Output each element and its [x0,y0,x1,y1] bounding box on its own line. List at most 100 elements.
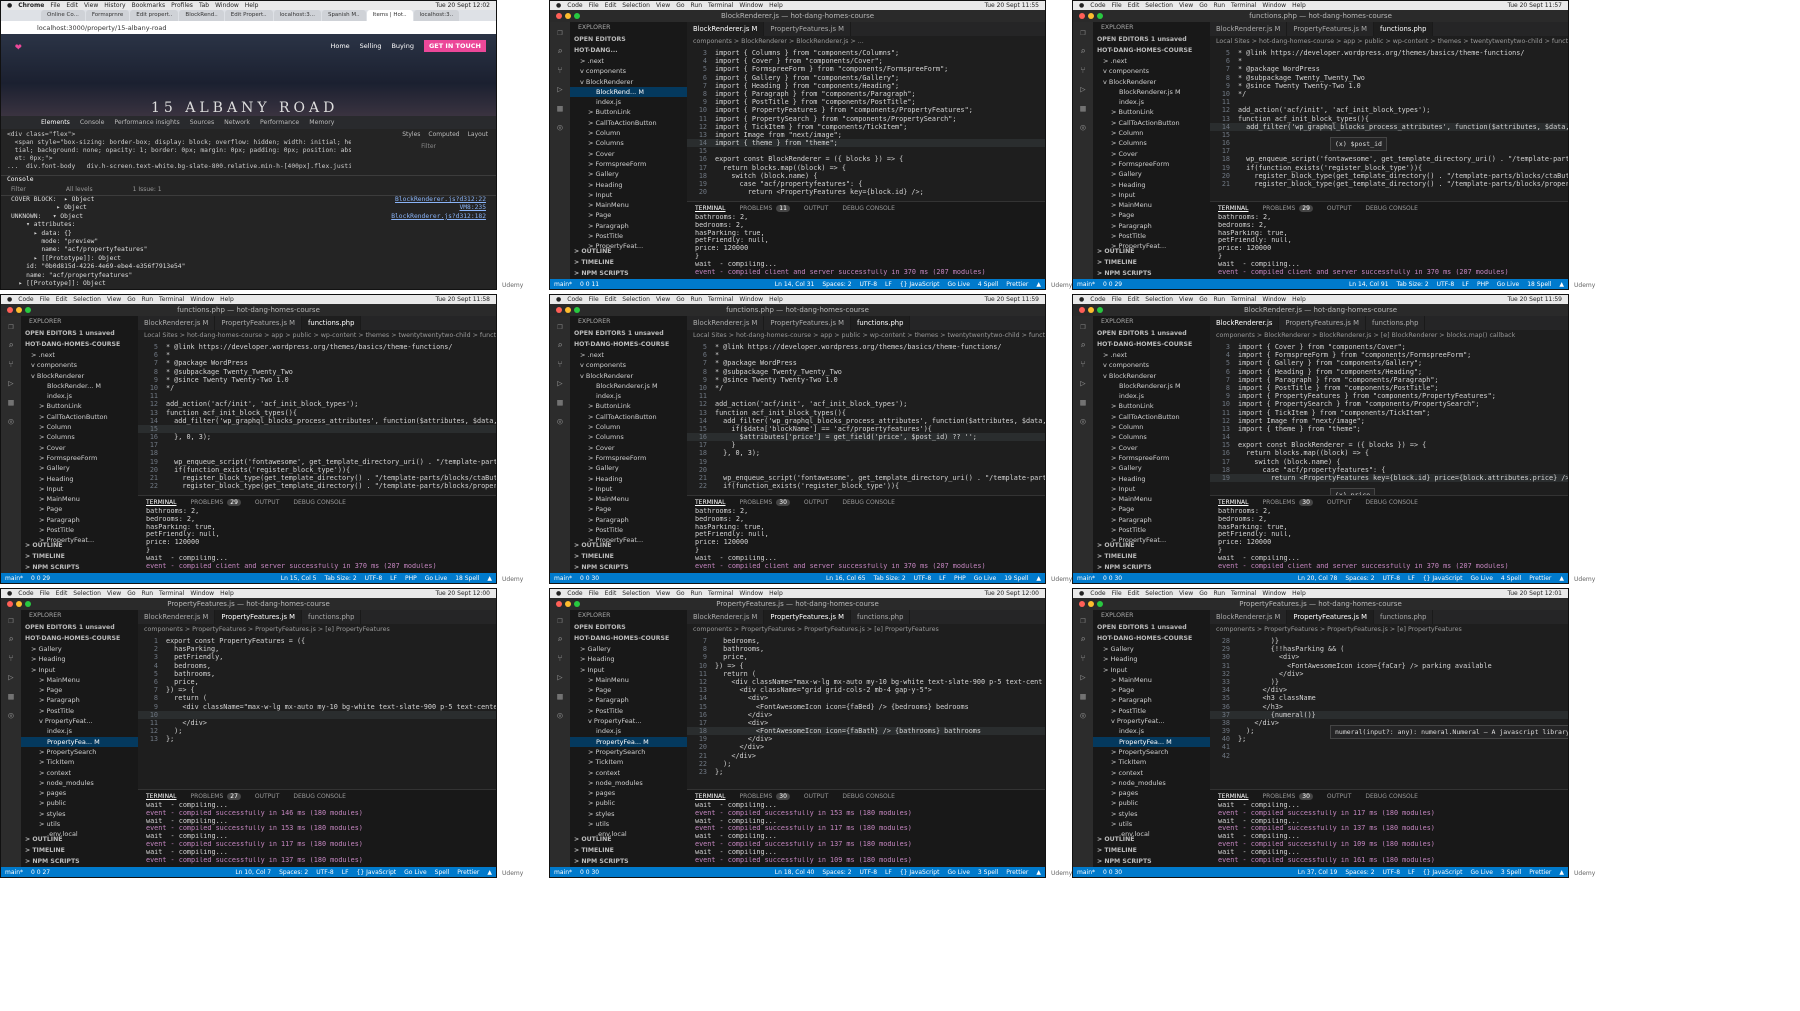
devtools-tab[interactable]: Memory [309,119,334,126]
code-line[interactable]: 15 [1210,131,1568,139]
explorer-item[interactable]: > CallToActionButton [570,412,687,422]
code-line[interactable]: 8 import { PostTitle } from "components/P… [1210,384,1568,392]
panel-tab[interactable]: TERMINAL [695,499,726,506]
explorer-item[interactable]: > Gallery [1093,644,1210,654]
browser-tab[interactable]: localhost:3.. [413,10,460,21]
search-icon[interactable]: ⌕ [1080,341,1085,351]
code-line[interactable]: 23}; [687,768,1045,776]
code-line[interactable]: 5 bathrooms, [138,670,496,678]
explorer-item[interactable]: > Input [21,665,138,675]
code-line[interactable]: 34 </div> [1210,686,1568,694]
menu-item[interactable]: File [40,590,50,597]
status-item[interactable]: Tab Size: 2 [874,575,906,582]
status-item[interactable]: LF [939,575,946,582]
close-window-icon[interactable] [1079,601,1085,607]
code-line[interactable]: 15 if($data['blockName'] == 'acf/propert… [687,425,1045,433]
status-item[interactable]: 18 Spell [1527,281,1551,288]
status-item[interactable]: 3 Spell [978,869,998,876]
status-item[interactable]: Ln 18, Col 40 [775,869,815,876]
code-line[interactable]: 21 register_block_type(get_template_dire… [1210,180,1568,188]
panel-tab[interactable]: OUTPUT [1327,793,1351,800]
zoom-window-icon[interactable] [574,307,580,313]
zoom-window-icon[interactable] [25,601,31,607]
sidebar-collapsed-section[interactable]: > TIMELINE [1093,551,1210,562]
explorer-item[interactable]: > styles [21,809,138,819]
devtools-tab[interactable]: Elements [41,119,70,126]
code-line[interactable]: 9 price, [687,653,1045,661]
devtools-tab[interactable]: Console [80,119,105,126]
menu-item[interactable]: Tab [199,2,209,9]
minimize-window-icon[interactable] [16,307,22,313]
run-debug-icon[interactable]: ▷ [557,673,562,683]
sidebar-collapsed-section[interactable]: > TIMELINE [570,845,687,856]
menu-item[interactable]: Bookmarks [132,2,166,9]
explorer-section[interactable]: HOT-DANG-HOMES-COURSE [1093,45,1210,56]
explorer-item[interactable]: > Columns [1093,138,1210,148]
status-item[interactable]: 4 Spell [1501,575,1521,582]
explorer-item[interactable]: > Input [570,484,687,494]
menu-item[interactable]: Window [739,590,763,597]
explorer-item[interactable]: index.js [570,391,687,401]
editor-tab[interactable]: functions.php [851,610,911,624]
explorer-item[interactable]: > MainMenu [21,494,138,504]
code-line[interactable]: 20 if(function_exists('register_block_ty… [138,466,496,474]
explorer-item[interactable]: BlockRenderer.js M [1093,381,1210,391]
menu-item[interactable]: Go [676,590,684,597]
explorer-item[interactable]: > ButtonLink [570,401,687,411]
sidebar-collapsed-section[interactable]: > TIMELINE [570,551,687,562]
explorer-item[interactable]: > Cover [21,443,138,453]
breadcrumb[interactable]: components > PropertyFeatures > Property… [138,624,496,635]
dom-node-line[interactable]: <span style="box-sizing: border-box; dis… [1,139,351,147]
menu-item[interactable]: Go [127,296,135,303]
editor-tab[interactable]: BlockRenderer.js [1210,316,1280,330]
console-source-link[interactable]: BlockRenderer.js?d312:22 [395,196,486,204]
editor-tab[interactable]: BlockRenderer.js M [138,316,216,330]
sidebar-collapsed-section[interactable]: > TIMELINE [21,845,138,856]
menu-item[interactable]: Help [1292,590,1306,597]
breadcrumb[interactable]: components > BlockRenderer > BlockRender… [1210,330,1568,341]
menu-item[interactable]: Go [1199,590,1207,597]
status-item[interactable]: Ln 14, Col 31 [775,281,815,288]
code-line[interactable]: 21 wp_enqueue_script('fontawesome', get_… [687,474,1045,482]
extensions-icon[interactable]: ▦ [557,398,562,408]
status-item[interactable]: Prettier [457,869,479,876]
code-editor[interactable]: 3 import { Columns } from "components/Col… [687,47,1045,196]
status-item[interactable]: 4 Spell [978,281,998,288]
code-editor[interactable]: 28 )} 29 {!!hasParking && (30 <div> 31 <Fo… [1210,635,1568,760]
source-control-icon[interactable]: ⑂ [1080,654,1085,664]
code-line[interactable]: 1 export const PropertyFeatures = ({ [138,637,496,645]
explorer-item[interactable]: > PostTitle [570,231,687,241]
search-icon[interactable]: ⌕ [8,635,13,645]
explorer-item[interactable]: > Heading [570,654,687,664]
console-log-line[interactable]: ▸ data: {} [1,230,496,238]
code-line[interactable]: 11 </div> [138,719,496,727]
minimize-window-icon[interactable] [1088,307,1094,313]
menu-item[interactable]: File [589,2,599,9]
code-line[interactable]: 13}; [138,735,496,743]
menu-item[interactable]: Help [769,2,783,9]
editor-tab[interactable]: functions.php [851,316,911,330]
status-item[interactable]: main* [1077,575,1095,582]
status-item[interactable]: 3 Spell [1501,869,1521,876]
explorer-item[interactable]: > TickItem [570,757,687,767]
explorer-item[interactable]: index.js [21,391,138,401]
status-item[interactable]: Go Live [1497,281,1519,288]
status-item[interactable]: Go Live [974,575,996,582]
code-editor[interactable]: 5 * @link https://developer.wordpress.org… [687,341,1045,490]
code-line[interactable]: 11 import { PropertySearch } from "compon… [687,115,1045,123]
remote-icon[interactable]: ◎ [8,417,13,427]
browser-tab[interactable]: localhost:3... [273,10,321,21]
status-item[interactable]: UTF-8 [914,575,932,582]
menu-item[interactable]: Code [1090,590,1105,597]
editor-tab[interactable]: BlockRenderer.js M [687,22,765,36]
code-line[interactable]: 8 * @subpackage Twenty_Twenty_Two [138,368,496,376]
menu-item[interactable]: Run [691,296,703,303]
explorer-item[interactable]: > styles [1093,809,1210,819]
sidebar-collapsed-section[interactable]: > NPM SCRIPTS [21,562,138,573]
status-item[interactable]: Prettier [1006,869,1028,876]
styles-tab[interactable]: Styles [402,131,420,138]
explorer-item[interactable]: > PostTitle [21,706,138,716]
code-line[interactable]: 8 import { Paragraph } from "components/P… [687,90,1045,98]
explorer-item[interactable]: > Input [1093,190,1210,200]
code-line[interactable]: 9 * @since Twenty Twenty-Two 1.0 [687,376,1045,384]
